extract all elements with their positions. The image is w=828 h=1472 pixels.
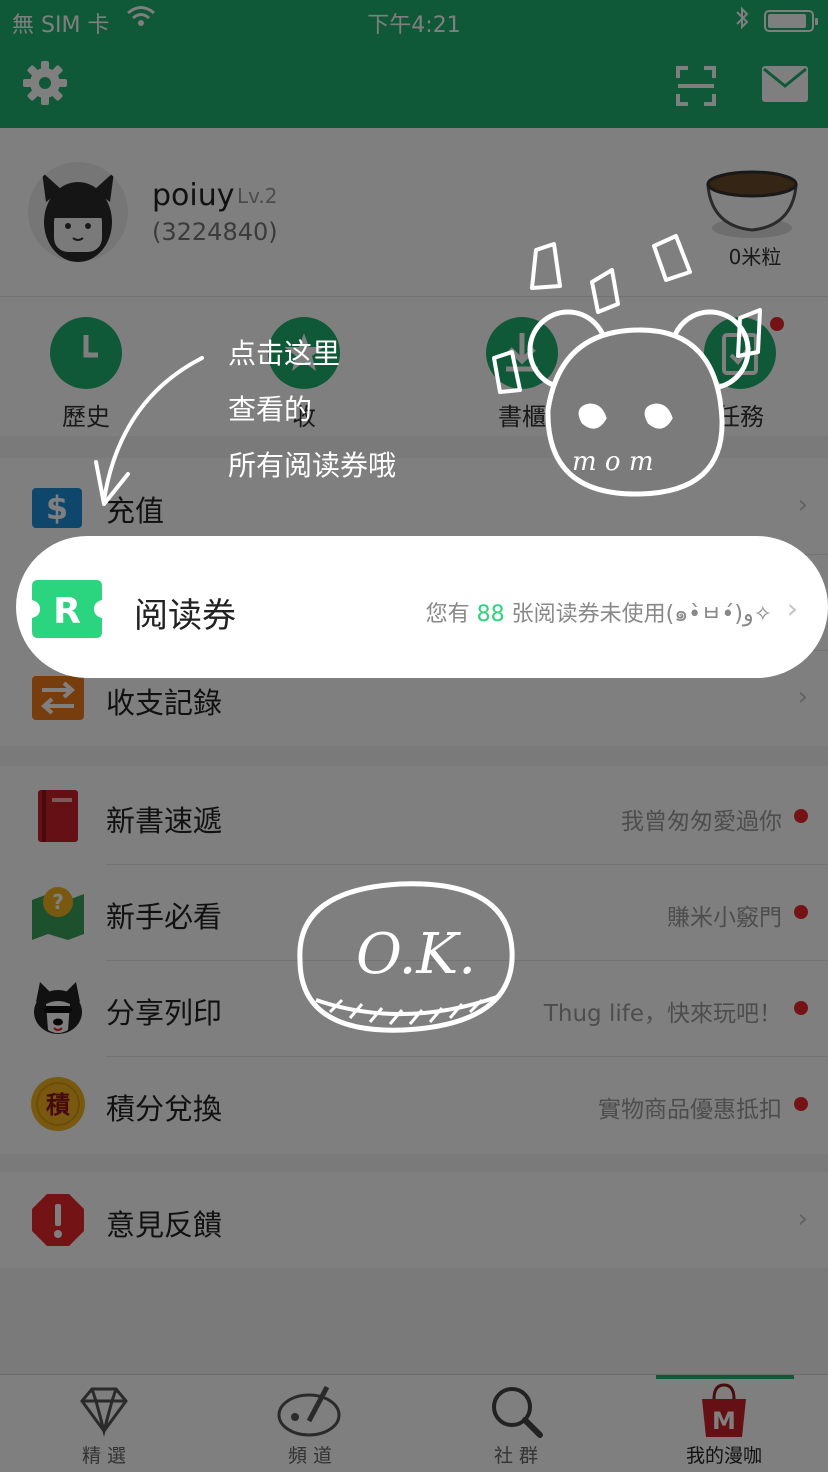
doodle-face-text: m o m bbox=[572, 447, 654, 477]
annotation-drawings: m o m bbox=[94, 234, 762, 1033]
ok-button[interactable]: O.K. bbox=[356, 922, 476, 987]
tutorial-line-2: 查看的 bbox=[228, 393, 313, 426]
arrow-icon bbox=[102, 356, 204, 502]
tutorial-line-3: 所有阅读券哦 bbox=[228, 449, 397, 482]
tutorial-line-1: 点击这里 bbox=[228, 337, 341, 370]
tutorial-text: 点击这里 查看的 所有阅读券哦 bbox=[228, 326, 396, 494]
